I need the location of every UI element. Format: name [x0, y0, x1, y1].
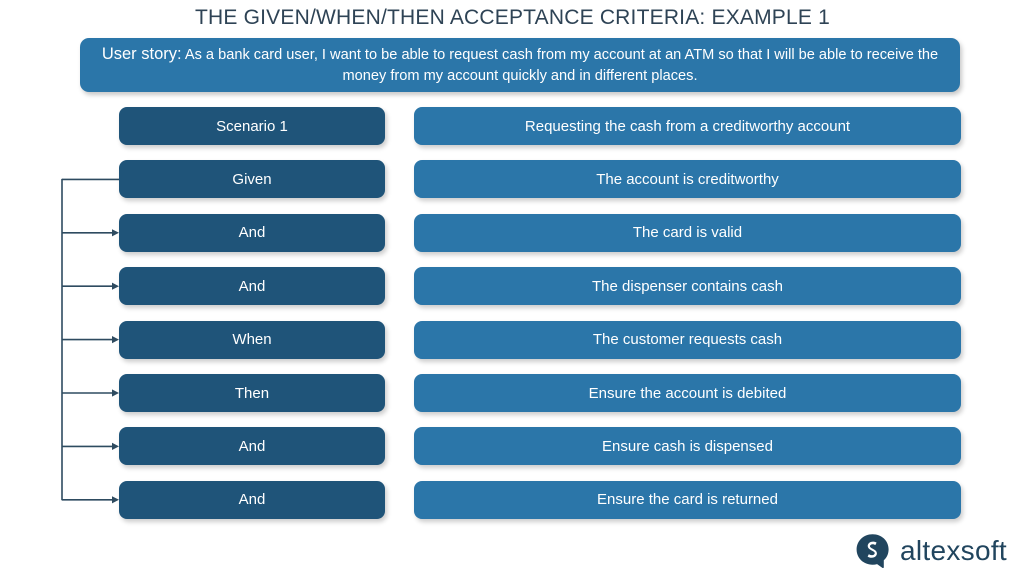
statement-box[interactable]: The account is creditworthy	[414, 160, 961, 199]
keyword-box[interactable]: And	[119, 480, 385, 519]
keyword-box[interactable]: And	[119, 213, 385, 252]
criteria-row: And The dispenser contains cash	[0, 267, 1025, 306]
criteria-table: Scenario 1 Requesting the cash from a cre…	[0, 0, 1025, 577]
statement-box[interactable]: Ensure the account is debited	[414, 374, 961, 412]
logo-wordmark: altexsoft	[900, 535, 1007, 566]
criteria-row: And The card is valid	[0, 213, 1025, 252]
altexsoft-speech-bubble-icon	[856, 534, 889, 569]
statement-box[interactable]: Ensure cash is dispensed	[414, 427, 961, 466]
statement-box[interactable]: Requesting the cash from a creditworthy …	[414, 107, 961, 145]
keyword-box[interactable]: Given	[119, 160, 385, 199]
statement-box[interactable]: The dispenser contains cash	[414, 267, 961, 306]
statement-box[interactable]: Ensure the card is returned	[414, 480, 961, 519]
statement-box[interactable]: The customer requests cash	[414, 320, 961, 359]
criteria-row: When The customer requests cash	[0, 320, 1025, 359]
criteria-row: Then Ensure the account is debited	[0, 374, 1025, 412]
keyword-box[interactable]: And	[119, 267, 385, 306]
criteria-row: And Ensure the card is returned	[0, 480, 1025, 519]
criteria-row: Scenario 1 Requesting the cash from a cre…	[0, 107, 1025, 145]
keyword-box[interactable]: Scenario 1	[119, 107, 385, 145]
criteria-row: Given The account is creditworthy	[0, 160, 1025, 199]
keyword-box[interactable]: And	[119, 427, 385, 466]
keyword-box[interactable]: Then	[119, 374, 385, 412]
altexsoft-logo: altexsoft	[855, 533, 1007, 569]
criteria-row: And Ensure cash is dispensed	[0, 427, 1025, 466]
keyword-box[interactable]: When	[119, 320, 385, 359]
statement-box[interactable]: The card is valid	[414, 213, 961, 252]
